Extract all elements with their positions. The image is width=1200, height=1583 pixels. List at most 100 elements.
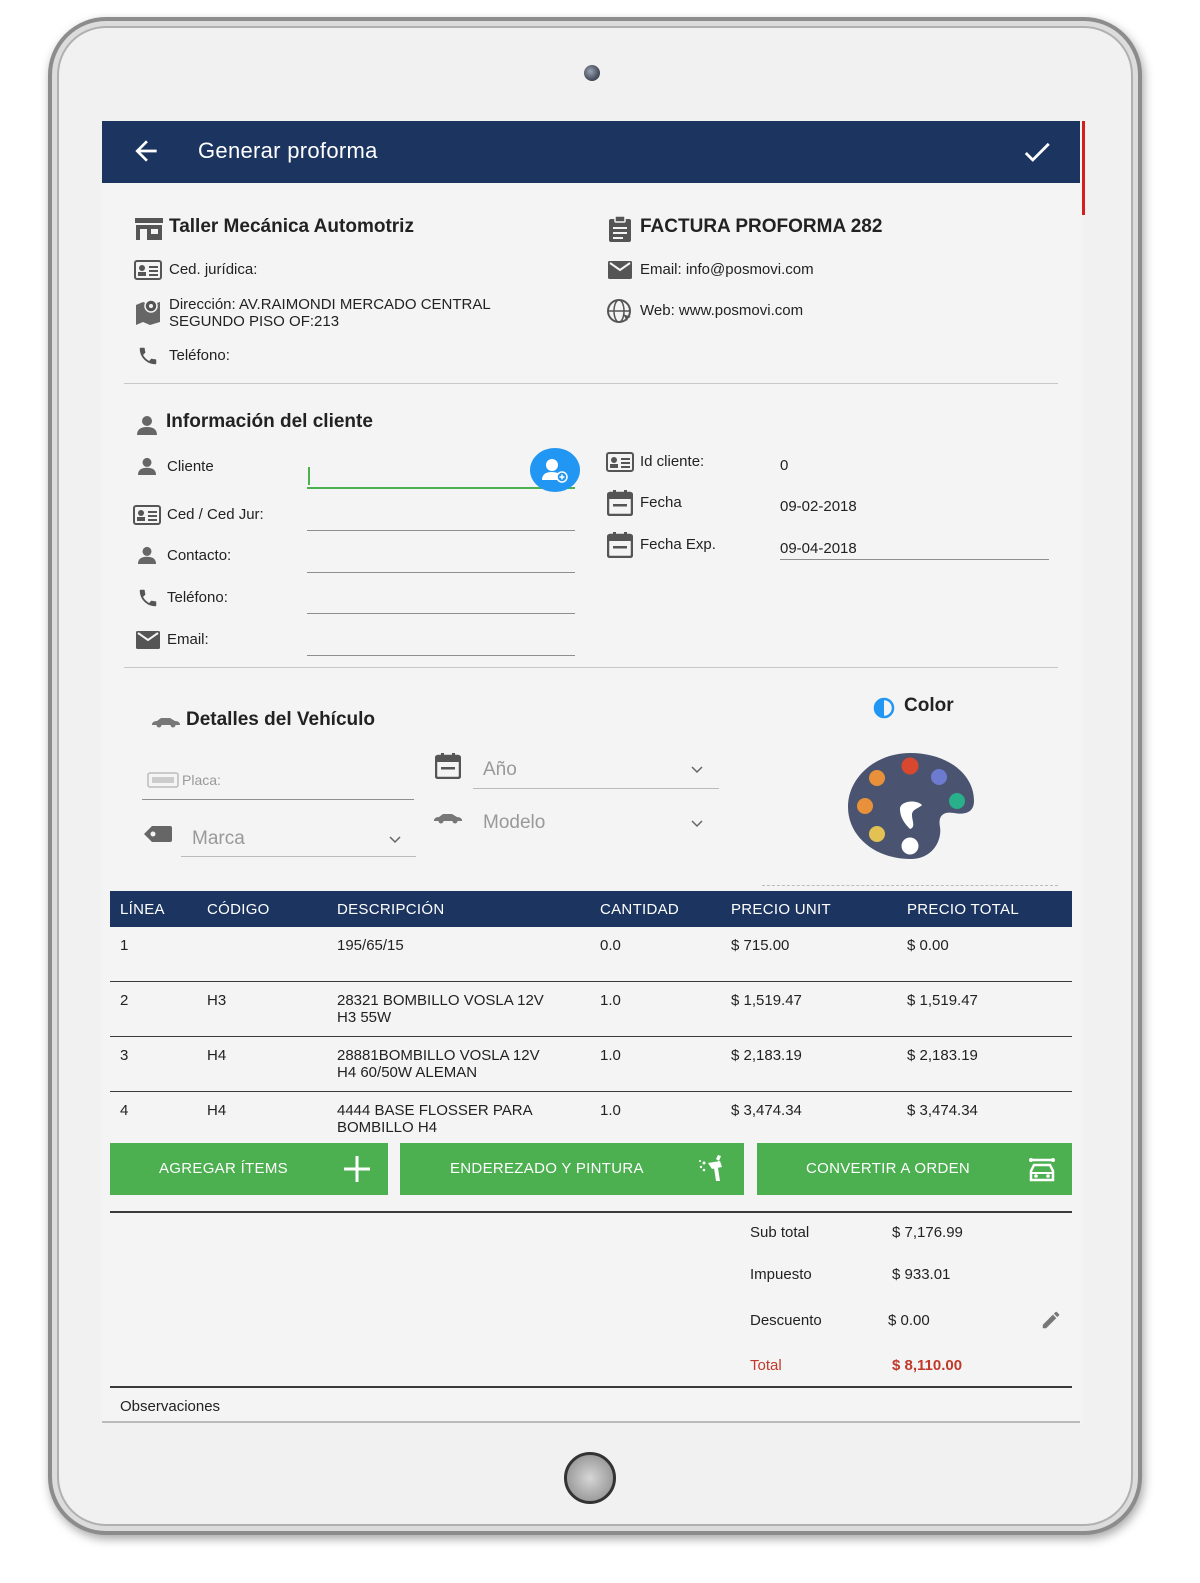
id-cliente-value: 0: [780, 457, 789, 474]
impuesto-label: Impuesto: [750, 1266, 812, 1283]
company-name: Taller Mecánica Automotriz: [169, 216, 414, 237]
map-pin-icon: [134, 297, 162, 325]
anio-select[interactable]: Año: [483, 759, 517, 781]
col-header-codigo: CÓDIGO: [197, 891, 327, 927]
email-icon: [608, 261, 632, 279]
phone-icon: [136, 587, 160, 609]
cell-descripcion: 195/65/15: [327, 927, 590, 982]
divider: [124, 383, 1058, 384]
agregar-items-label: AGREGAR ÍTEMS: [159, 1160, 288, 1177]
cell-cantidad: 0.0: [590, 927, 721, 982]
ced-label: Ced / Ced Jur:: [167, 506, 264, 523]
total-label: Total: [750, 1357, 782, 1374]
home-button[interactable]: [564, 1452, 616, 1504]
calendar-icon: [435, 753, 461, 779]
total-value: $ 8,110.00: [892, 1357, 963, 1374]
cliente-label: Cliente: [167, 458, 214, 475]
id-card-icon: [133, 505, 161, 525]
totals-bottom-divider: [110, 1386, 1072, 1388]
table-row[interactable]: 2 H3 28321 BOMBILLO VOSLA 12V H3 55W 1.0 …: [110, 981, 1072, 1037]
page-title: Generar proforma: [198, 138, 378, 163]
person-icon: [137, 457, 157, 475]
globe-icon: [605, 298, 635, 324]
desc-line-1: 28881BOMBILLO VOSLA 12V: [337, 1047, 540, 1064]
car-icon: [150, 716, 182, 728]
col-header-cantidad: CANTIDAD: [590, 891, 721, 927]
invoice-title: FACTURA PROFORMA 282: [640, 216, 883, 237]
spray-gun-icon: [699, 1155, 722, 1181]
cell-codigo: H4: [207, 1102, 227, 1119]
company-ced-label: Ced. jurídica:: [169, 261, 258, 278]
address-line-2: SEGUNDO PISO OF:213: [169, 313, 340, 330]
chevron-down-icon: [388, 835, 402, 844]
address-line-1: Dirección: AV.RAIMONDI MERCADO CENTRAL: [169, 296, 491, 313]
person-icon: [136, 415, 158, 435]
cell-linea: 4: [120, 1102, 129, 1119]
table-row[interactable]: 1 195/65/15 0.0 $ 715.00 $ 0.00: [110, 927, 1072, 982]
company-address: Dirección: AV.RAIMONDI MERCADO CENTRAL S…: [169, 296, 491, 330]
table-row[interactable]: 4 H4 4444 BASE FLOSSER PARA BOMBILLO H4 1…: [110, 1092, 1072, 1147]
license-plate-icon: [147, 772, 179, 788]
bottom-divider: [102, 1421, 1080, 1423]
car-icon: [432, 812, 464, 824]
palette-divider: [762, 885, 1058, 886]
observaciones-field[interactable]: Observaciones: [120, 1398, 220, 1415]
invoice-email: Email: info@posmovi.com: [640, 261, 814, 278]
descuento-value: $ 0.00: [888, 1312, 930, 1329]
fecha-exp-value[interactable]: 09-04-2018: [780, 540, 857, 557]
color-palette-icon[interactable]: [846, 751, 976, 861]
water-drop-icon: [873, 697, 895, 719]
text-cursor: [308, 467, 310, 485]
company-phone-label: Teléfono:: [169, 347, 230, 364]
cell-codigo: H4: [197, 1036, 327, 1092]
desc-line-2: H3 55W: [337, 1009, 392, 1026]
col-header-descripcion: DESCRIPCIÓN: [327, 891, 590, 927]
cell-descripcion: 4444 BASE FLOSSER PARA BOMBILLO H4: [327, 1092, 590, 1147]
add-person-icon: [542, 459, 568, 483]
col-header-precio-total: PRECIO TOTAL: [897, 891, 1072, 927]
desc-line-1: 195/65/15: [337, 937, 404, 954]
email-input[interactable]: [307, 655, 575, 656]
desc-line-2: BOMBILLO H4: [337, 1119, 438, 1136]
totals-top-divider: [110, 1211, 1072, 1213]
cell-precio-total: $ 3,474.34: [907, 1102, 978, 1119]
subtotal-label: Sub total: [750, 1224, 810, 1241]
placa-input[interactable]: Placa:: [182, 772, 221, 788]
app-bar: Generar proforma: [102, 121, 1080, 183]
confirm-check-icon[interactable]: [1020, 135, 1054, 169]
desc-line-1: 4444 BASE FLOSSER PARA: [337, 1102, 533, 1119]
col-header-linea: LÍNEA: [110, 891, 197, 927]
fecha-exp-underline: [780, 559, 1049, 560]
marca-select[interactable]: Marca: [192, 828, 245, 850]
descuento-label: Descuento: [750, 1312, 822, 1329]
col-header-precio-unit: PRECIO UNIT: [721, 891, 897, 927]
cell-precio-total: $ 1,519.47: [897, 981, 1072, 1037]
add-client-button[interactable]: [530, 448, 580, 492]
id-card-icon: [606, 452, 634, 472]
telefono-input[interactable]: [307, 613, 575, 614]
camera-icon: [584, 65, 600, 81]
cell-descripcion: 28881BOMBILLO VOSLA 12V H4 60/50W ALEMAN: [327, 1036, 590, 1092]
agregar-items-button[interactable]: AGREGAR ÍTEMS: [110, 1143, 388, 1195]
email-icon: [136, 631, 160, 649]
chevron-down-icon: [690, 765, 704, 774]
enderezado-pintura-button[interactable]: ENDEREZADO Y PINTURA: [400, 1143, 744, 1195]
table-header-row: LÍNEA CÓDIGO DESCRIPCIÓN CANTIDAD PRECIO…: [110, 891, 1072, 927]
calendar-icon: [607, 532, 633, 558]
ced-input[interactable]: [307, 530, 575, 531]
desc-line-2: H4 60/50W ALEMAN: [337, 1064, 478, 1081]
cell-descripcion: 28321 BOMBILLO VOSLA 12V H3 55W: [327, 981, 590, 1037]
impuesto-value: $ 933.01: [892, 1266, 951, 1283]
convertir-orden-button[interactable]: CONVERTIR A ORDEN: [757, 1143, 1072, 1195]
modelo-select[interactable]: Modelo: [483, 812, 545, 834]
table-row[interactable]: 3 H4 28881BOMBILLO VOSLA 12V H4 60/50W AL…: [110, 1036, 1072, 1092]
person-icon: [137, 546, 157, 564]
chevron-down-icon: [690, 819, 704, 828]
contacto-input[interactable]: [307, 572, 575, 573]
back-arrow-icon[interactable]: [130, 135, 162, 167]
edit-pencil-icon[interactable]: [1040, 1309, 1062, 1331]
store-icon: [134, 217, 164, 241]
cell-precio-total: $ 0.00: [897, 927, 1072, 982]
subtotal-value: $ 7,176.99: [892, 1224, 963, 1241]
email-label: Email:: [167, 631, 209, 648]
